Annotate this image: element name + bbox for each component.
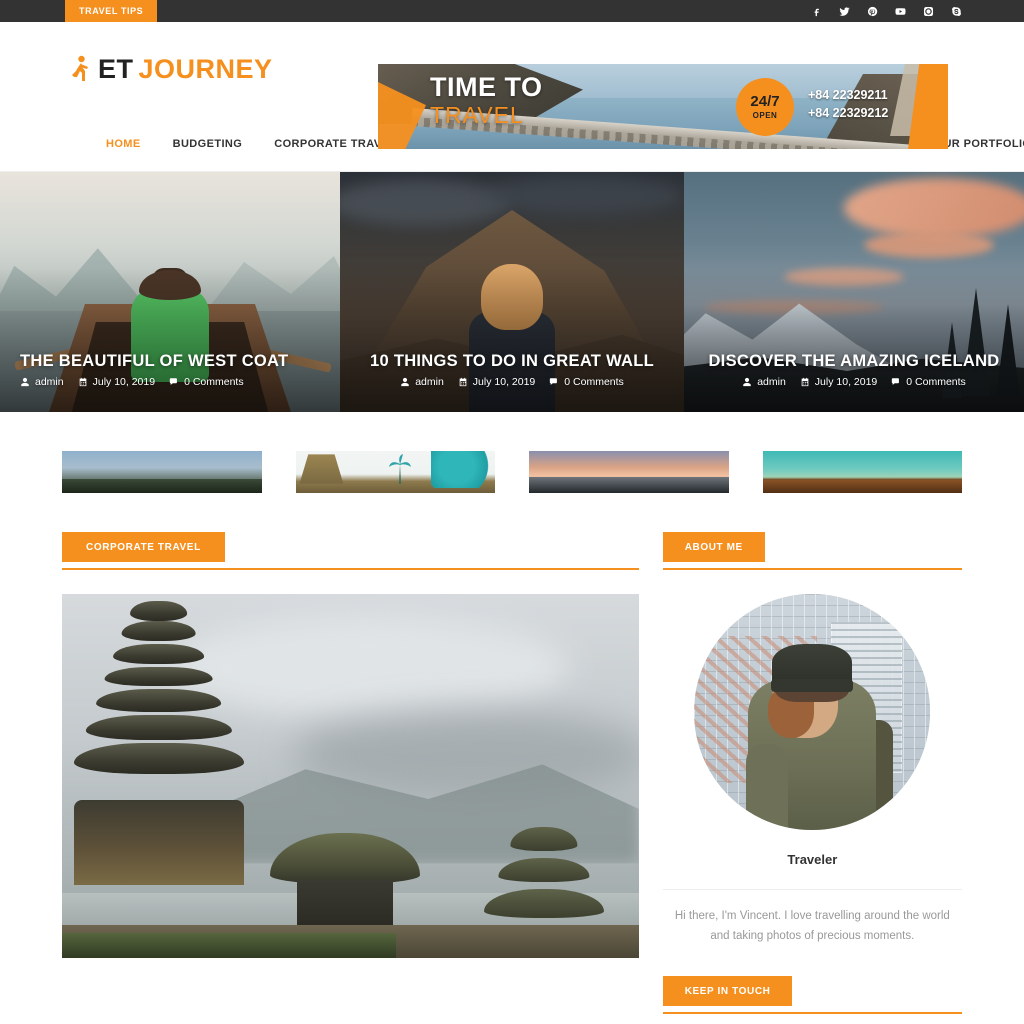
thumbnail-strip	[0, 412, 1024, 532]
user-icon	[21, 377, 29, 387]
thumbnail-2[interactable]	[295, 451, 495, 493]
slide-2-date: July 10, 2019	[458, 376, 535, 388]
slide-3-date: July 10, 2019	[800, 376, 877, 388]
facebook-icon[interactable]	[810, 5, 822, 17]
youtube-icon[interactable]	[894, 5, 906, 17]
nav-item-budgeting[interactable]: BUDGETING	[157, 138, 259, 150]
slide-1-comments: 0 Comments	[169, 376, 244, 388]
top-bar-tab[interactable]: TRAVEL TIPS	[65, 0, 158, 22]
pinterest-icon[interactable]	[866, 5, 878, 17]
phone-number-2: +84 22329212	[808, 106, 889, 121]
header-banner[interactable]: TIME TO TRAVEL 24/7 OPEN +84 22329211 +8…	[378, 64, 948, 149]
slide-3-date-label: July 10, 2019	[814, 376, 878, 388]
slide-3-author: admin	[742, 376, 786, 388]
twitter-icon[interactable]	[838, 5, 850, 17]
thumbnail-3[interactable]	[529, 451, 729, 493]
site-logo[interactable]: ET JOURNEY	[70, 54, 273, 85]
comment-icon	[892, 378, 900, 385]
about-me-section-title: ABOUT ME	[662, 532, 765, 562]
banner-title-line1: TIME TO	[430, 72, 543, 102]
sidebar-column: ABOUT ME Traveler Hi there, I'm Vincent.…	[662, 532, 962, 1024]
corporate-travel-section-header: CORPORATE TRAVEL	[62, 532, 639, 570]
about-me-bio: Hi there, I'm Vincent. I love travelling…	[674, 910, 950, 943]
open-hours-badge: 24/7 OPEN	[736, 78, 794, 136]
slide-1-meta: admin July 10, 2019 0 Comments	[20, 376, 320, 388]
slide-2-author-label: admin	[415, 376, 444, 388]
slide-1-date: July 10, 2019	[78, 376, 155, 388]
slide-3-title[interactable]: DISCOVER THE AMAZING ICELAND	[696, 352, 1012, 371]
nav-item-home[interactable]: HOME	[90, 138, 157, 150]
slide-1-date-label: July 10, 2019	[92, 376, 156, 388]
slide-2-title[interactable]: 10 THINGS TO DO IN GREAT WALL	[352, 352, 672, 371]
skype-icon[interactable]	[950, 5, 962, 17]
badge-hours: 24/7	[750, 93, 780, 110]
slide-3-caption: DISCOVER THE AMAZING ICELAND admin July …	[684, 352, 1024, 388]
slide-2-comments: 0 Comments	[549, 376, 624, 388]
calendar-icon	[801, 377, 809, 387]
slide-2-author: admin	[400, 376, 444, 388]
about-me-section-header: ABOUT ME	[662, 532, 962, 570]
comment-icon	[169, 378, 177, 385]
main-column: CORPORATE TRAVEL	[62, 532, 639, 1024]
avatar-wrapper	[663, 594, 962, 830]
hero-slide-3[interactable]: DISCOVER THE AMAZING ICELAND admin July …	[684, 172, 1024, 412]
slide-3-author-label: admin	[757, 376, 786, 388]
slide-1-comments-label: 0 Comments	[184, 376, 244, 388]
avatar	[694, 594, 931, 830]
comment-icon	[550, 378, 558, 385]
banner-title: TIME TO TRAVEL	[430, 72, 543, 128]
hero-slider: THE BEAUTIFUL OF WEST COAT admin July 10…	[0, 172, 1024, 412]
logo-text-primary: ET	[98, 54, 134, 84]
thumbnail-1[interactable]	[62, 451, 262, 493]
palm-tree-icon	[389, 453, 412, 484]
walking-person-icon	[72, 55, 88, 81]
about-me-name: Traveler	[662, 852, 962, 890]
calendar-icon	[79, 377, 86, 387]
slide-2-date-label: July 10, 2019	[472, 376, 536, 388]
top-bar: TRAVEL TIPS	[0, 0, 1024, 22]
badge-status: OPEN	[752, 111, 778, 120]
slide-2-meta: admin July 10, 2019 0 Comments	[352, 376, 672, 388]
banner-phone-numbers: +84 22329211 +84 22329212	[808, 86, 888, 122]
slide-1-title[interactable]: THE BEAUTIFUL OF WEST COAT	[20, 352, 320, 371]
user-icon	[743, 377, 751, 387]
slide-2-caption: 10 THINGS TO DO IN GREAT WALL admin July…	[340, 352, 684, 388]
slide-2-comments-label: 0 Comments	[564, 376, 624, 388]
keep-in-touch-section-title: KEEP IN TOUCH	[662, 976, 793, 1007]
slide-3-meta: admin July 10, 2019 0 Comments	[696, 376, 1012, 388]
page-content: CORPORATE TRAVEL ABOUT ME Traveler Hi th…	[0, 532, 1024, 1024]
slide-1-caption: THE BEAUTIFUL OF WEST COAT admin July 10…	[0, 352, 340, 388]
featured-post-image[interactable]	[62, 594, 639, 958]
keep-in-touch-section-header: KEEP IN TOUCH	[662, 976, 962, 1015]
hero-slide-2[interactable]: 10 THINGS TO DO IN GREAT WALL admin July…	[340, 172, 684, 412]
hero-slide-1[interactable]: THE BEAUTIFUL OF WEST COAT admin July 10…	[0, 172, 340, 412]
social-links	[810, 0, 962, 22]
slide-3-comments: 0 Comments	[891, 376, 966, 388]
user-icon	[401, 377, 409, 387]
phone-number-1: +84 22329211	[808, 88, 888, 102]
corporate-travel-section-title: CORPORATE TRAVEL	[62, 532, 225, 562]
site-header: ET JOURNEY TIME TO TRAVEL 24/7 OPEN +84 2…	[0, 22, 1024, 149]
logo-text-accent: JOURNEY	[138, 54, 273, 84]
slide-1-author-label: admin	[35, 376, 64, 388]
slide-1-author: admin	[20, 376, 64, 388]
instagram-icon[interactable]	[922, 5, 934, 17]
slide-3-comments-label: 0 Comments	[906, 376, 966, 388]
pagoda-shape	[73, 601, 244, 886]
banner-title-line2: TRAVEL	[430, 101, 524, 128]
calendar-icon	[459, 377, 467, 387]
thumbnail-4[interactable]	[762, 451, 962, 493]
